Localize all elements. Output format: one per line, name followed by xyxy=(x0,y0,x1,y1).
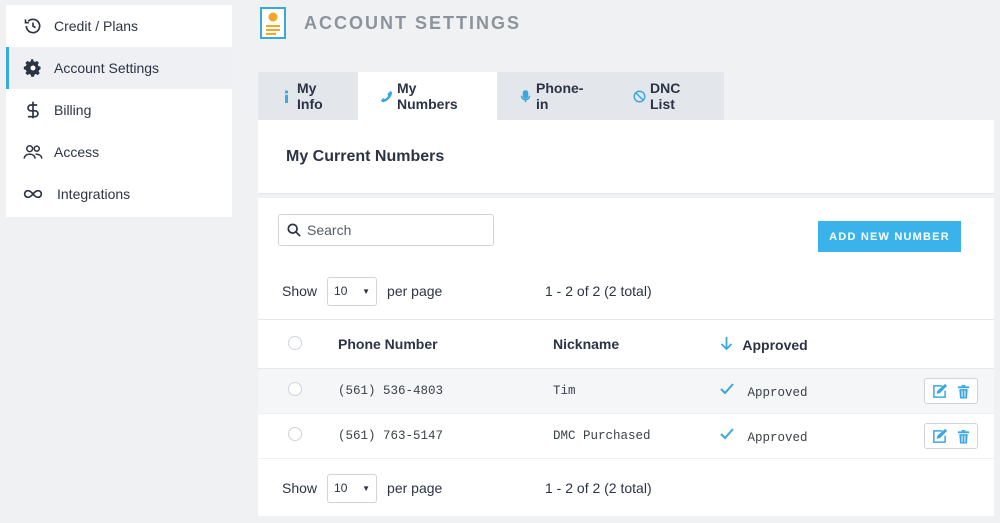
tab-my-info[interactable]: My Info xyxy=(258,72,358,120)
add-new-number-button[interactable]: ADD NEW NUMBER xyxy=(818,221,961,252)
sidebar-item-integrations[interactable]: Integrations xyxy=(6,173,232,215)
info-icon xyxy=(280,89,293,103)
page-title: ACCOUNT SETTINGS xyxy=(304,12,522,33)
sidebar-item-billing[interactable]: Billing xyxy=(6,89,232,131)
phone-number: (561) 763-5147 xyxy=(338,429,444,443)
per-page-label: per page xyxy=(387,480,443,496)
nickname: Tim xyxy=(553,384,576,398)
numbers-panel: ADD NEW NUMBER Show 10 ▼ per page 1 - 2 … xyxy=(258,198,994,516)
show-label: Show xyxy=(282,283,318,299)
document-icon xyxy=(260,7,286,39)
phone-icon xyxy=(380,90,393,103)
sidebar: Credit / Plans Account Settings Billing … xyxy=(6,5,232,217)
column-header-phone[interactable]: Phone Number xyxy=(338,320,553,369)
table-row[interactable]: (561) 763-5147 DMC Purchased Approved xyxy=(258,414,994,459)
edit-icon[interactable] xyxy=(929,426,949,446)
row-actions xyxy=(924,378,978,404)
approved-status: Approved xyxy=(747,431,808,445)
per-page-value: 10 xyxy=(334,284,348,298)
pager-count: 1 - 2 of 2 (2 total) xyxy=(545,480,652,496)
microphone-icon xyxy=(519,89,532,103)
per-page-label: per page xyxy=(387,283,443,299)
sidebar-item-account-settings[interactable]: Account Settings xyxy=(6,47,232,89)
pager-count: 1 - 2 of 2 (2 total) xyxy=(545,283,652,299)
check-icon xyxy=(720,427,734,441)
nickname: DMC Purchased xyxy=(553,429,651,443)
sort-down-icon xyxy=(720,336,733,350)
caret-down-icon: ▼ xyxy=(362,483,371,493)
phone-number: (561) 536-4803 xyxy=(338,384,444,398)
table-header-row: Phone Number Nickname Approved xyxy=(258,319,994,369)
search-icon xyxy=(287,223,301,237)
select-all-radio[interactable] xyxy=(288,335,302,350)
tab-dnc-list[interactable]: DNC List xyxy=(611,72,724,120)
sidebar-item-access[interactable]: Access xyxy=(6,131,232,173)
dollar-icon xyxy=(22,99,44,121)
sidebar-item-credit-plans[interactable]: Credit / Plans xyxy=(6,5,232,47)
row-select-radio[interactable] xyxy=(288,427,302,441)
approved-status: Approved xyxy=(747,386,808,400)
ban-icon xyxy=(633,89,646,103)
page-header: ACCOUNT SETTINGS xyxy=(260,5,521,41)
gear-icon xyxy=(22,57,44,79)
numbers-table: Phone Number Nickname Approved (561) 536… xyxy=(258,319,994,459)
search-box[interactable] xyxy=(278,214,494,246)
sidebar-item-label: Billing xyxy=(54,102,92,118)
history-icon xyxy=(22,15,44,37)
caret-down-icon: ▼ xyxy=(362,286,371,296)
section-title: My Current Numbers xyxy=(286,148,445,165)
sidebar-item-label: Integrations xyxy=(57,186,131,202)
trash-icon[interactable] xyxy=(953,426,973,446)
section-header-panel: My Current Numbers xyxy=(258,120,994,194)
infinity-icon xyxy=(22,183,44,205)
pager-bottom: Show 10 ▼ per page xyxy=(282,473,442,503)
check-icon xyxy=(720,382,734,396)
tab-label: My Info xyxy=(297,80,323,112)
sidebar-item-label: Account Settings xyxy=(54,60,160,76)
column-header-label: Approved xyxy=(742,336,808,353)
tab-label: DNC List xyxy=(650,80,681,112)
per-page-select[interactable]: 10 ▼ xyxy=(327,473,378,503)
users-icon xyxy=(22,141,44,163)
row-actions xyxy=(924,423,978,449)
table-row[interactable]: (561) 536-4803 Tim Approved xyxy=(258,368,994,414)
column-header-approved[interactable]: Approved xyxy=(720,320,924,369)
show-label: Show xyxy=(282,480,318,496)
tab-label: My Numbers xyxy=(397,80,458,112)
pager-top: Show 10 ▼ per page xyxy=(282,276,442,306)
column-header-nickname[interactable]: Nickname xyxy=(553,320,720,369)
per-page-select[interactable]: 10 ▼ xyxy=(327,276,378,306)
tab-label: Phone-in xyxy=(536,80,584,112)
tab-my-numbers[interactable]: My Numbers xyxy=(358,72,497,120)
tab-bar: My Info My Numbers Phone-in DNC List xyxy=(258,72,724,120)
sidebar-item-label: Credit / Plans xyxy=(54,18,139,34)
tab-phone-in[interactable]: Phone-in xyxy=(497,72,611,120)
trash-icon[interactable] xyxy=(953,381,973,401)
edit-icon[interactable] xyxy=(929,381,949,401)
search-input[interactable] xyxy=(307,222,487,238)
sidebar-item-label: Access xyxy=(54,144,100,160)
row-select-radio[interactable] xyxy=(288,382,302,396)
per-page-value: 10 xyxy=(334,481,348,495)
